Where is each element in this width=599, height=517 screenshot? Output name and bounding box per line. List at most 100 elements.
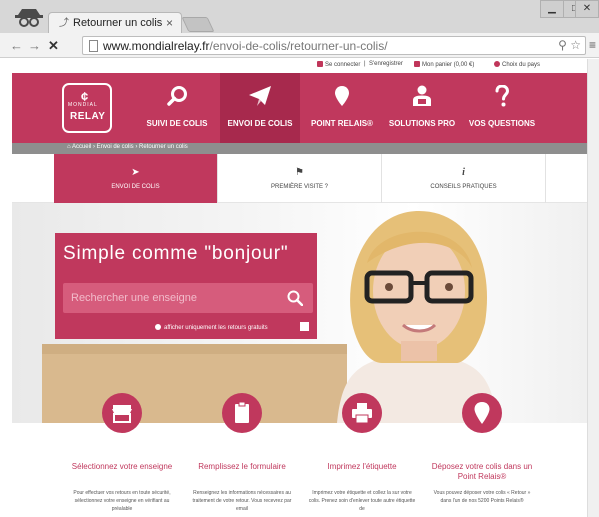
tab-conseils-pratiques[interactable]: i CONSEILS PRATIQUES — [382, 154, 546, 203]
step-icon-circle — [342, 393, 382, 433]
new-tab-button[interactable] — [181, 17, 215, 32]
free-returns-filter: afficher uniquement les retours gratuits — [155, 324, 268, 331]
address-bar[interactable]: www.mondialrelay.fr/envoi-de-colis/retou… — [82, 36, 586, 55]
step-text: Renseignez les informations nécessaires … — [192, 490, 292, 512]
breadcrumb-trail: ⌂ Accueil › Envoi de colis › Retourner u… — [67, 144, 188, 150]
tab-label: PREMIÈRE VISITE ? — [270, 184, 328, 190]
step-icon-circle — [462, 393, 502, 433]
nav-label: SOLUTIONS PRO — [388, 119, 456, 128]
cart-link[interactable]: Mon panier (0,00 €) — [414, 61, 474, 68]
logo-brand-top: MONDIAL — [68, 102, 98, 108]
cart-icon — [414, 61, 420, 67]
breadcrumb-home[interactable]: Accueil — [72, 144, 91, 150]
search-input[interactable] — [63, 283, 313, 313]
hero-banner: Simple comme "bonjour" afficher uniqueme… — [12, 203, 587, 423]
clipboard-icon — [235, 401, 249, 423]
nav-vos-questions[interactable]: VOS QUESTIONS — [462, 73, 542, 143]
step-title: Imprimez l'étiquette — [327, 462, 397, 471]
browser-titlebar: ⤴ Retourner un colis × ▁ □ ✕ — [0, 0, 599, 34]
bookmark-star-icon[interactable]: ☆ — [570, 38, 581, 52]
business-person-icon — [413, 85, 431, 106]
search-icon[interactable] — [287, 290, 303, 306]
tab-label: CONSEILS PRATIQUES — [430, 184, 497, 190]
site-header: ¢ MONDIAL RELAY SUIVI DE COLIS ENVOI DE … — [12, 73, 587, 143]
nav-label: SUIVI DE COLIS — [146, 119, 208, 128]
filter-bullet-icon — [155, 324, 161, 330]
tab-envoi-de-colis[interactable]: ➤ ENVOI DE COLIS — [54, 154, 218, 203]
tab-title: Retourner un colis — [73, 17, 163, 29]
url-path: /envoi-de-colis/retourner-un-colis/ — [209, 39, 388, 53]
sub-tabs: ➤ ENVOI DE COLIS ⚑ PREMIÈRE VISITE ? i C… — [12, 154, 587, 203]
woman-with-glasses-image — [337, 211, 497, 423]
question-mark-icon — [495, 85, 509, 107]
step-title: Remplissez le formulaire — [198, 462, 286, 471]
lock-icon — [317, 61, 323, 67]
globe-icon — [494, 61, 500, 67]
tab-premiere-visite[interactable]: ⚑ PREMIÈRE VISITE ? — [218, 154, 382, 203]
step-icon-circle — [222, 393, 262, 433]
nav-label: POINT RELAIS® — [311, 119, 373, 128]
forward-arrow-icon[interactable]: → — [28, 38, 41, 53]
login-link[interactable]: Se connecter — [317, 61, 360, 68]
utility-bar: Se connecter | S'enregistrer Mon panier … — [12, 59, 587, 73]
page-scrollbar[interactable] — [587, 59, 599, 517]
nav-point-relais[interactable]: POINT RELAIS® — [302, 73, 382, 143]
step-text: Vous pouvez déposer votre colis « Retour… — [433, 490, 531, 504]
browser-menu-icon[interactable]: ≡ — [589, 38, 596, 52]
back-arrow-icon[interactable]: ← — [10, 38, 23, 53]
page-icon — [89, 40, 98, 52]
utility-separator: | — [364, 61, 366, 67]
map-pin-icon — [335, 86, 349, 106]
nav-suivi-de-colis[interactable]: SUIVI DE COLIS — [137, 73, 217, 143]
register-link[interactable]: S'enregistrer — [369, 61, 403, 67]
free-returns-label: afficher uniquement les retours gratuits — [164, 325, 268, 331]
country-label: Choix du pays — [502, 62, 541, 68]
country-select[interactable]: Choix du pays — [494, 61, 540, 68]
nav-solutions-pro[interactable]: SOLUTIONS PRO — [382, 73, 462, 143]
cardboard-box-edge — [42, 344, 347, 354]
nav-envoi-de-colis[interactable]: ENVOI DE COLIS — [220, 73, 300, 143]
search-panel: Simple comme "bonjour" afficher uniqueme… — [55, 233, 317, 339]
page-favicon-icon: ⤴ — [59, 18, 69, 29]
flag-icon: ⚑ — [295, 167, 304, 178]
step-title: Sélectionnez votre enseigne — [71, 462, 173, 471]
step-title: Déposez votre colis dans un Point Relais… — [431, 462, 533, 481]
browser-toolbar: ← → ✕ www.mondialrelay.fr/envoi-de-colis… — [0, 33, 599, 58]
url-domain: www.mondialrelay.fr — [103, 39, 210, 53]
info-icon: i — [462, 167, 465, 178]
breadcrumb-separator: › — [92, 144, 95, 150]
breadcrumb-separator: › — [135, 144, 138, 150]
search-icon — [167, 86, 187, 106]
return-steps: Sélectionnez votre enseigne Pour effectu… — [12, 393, 587, 517]
map-pin-icon — [474, 402, 490, 424]
hero-title: Simple comme "bonjour" — [63, 243, 289, 264]
login-label: Se connecter — [325, 62, 361, 68]
nav-label: ENVOI DE COLIS — [227, 119, 293, 128]
url-text: www.mondialrelay.fr/envoi-de-colis/retou… — [103, 39, 388, 53]
zoom-icon[interactable]: ⚲ — [558, 38, 567, 52]
cart-label: Mon panier (0,00 €) — [422, 62, 475, 68]
tab-close-icon[interactable]: × — [166, 16, 173, 30]
tab-label: ENVOI DE COLIS — [111, 184, 160, 190]
store-icon — [112, 405, 132, 423]
paper-plane-icon: ➤ — [131, 167, 140, 178]
printer-icon — [352, 403, 372, 424]
paper-plane-icon — [249, 86, 271, 106]
breadcrumb-envoi[interactable]: Envoi de colis — [97, 144, 134, 150]
mondial-relay-logo[interactable]: ¢ MONDIAL RELAY — [62, 83, 112, 133]
nav-label: VOS QUESTIONS — [468, 119, 536, 128]
stop-icon[interactable]: ✕ — [48, 38, 59, 54]
omnibox-actions: ⚲ ☆ — [558, 38, 581, 52]
incognito-icon — [15, 9, 43, 27]
minimize-button[interactable]: ▁ — [540, 0, 564, 18]
home-icon: ⌂ — [67, 144, 71, 150]
free-returns-checkbox[interactable] — [300, 322, 309, 331]
step-icon-circle — [102, 393, 142, 433]
close-window-button[interactable]: ✕ — [575, 0, 599, 18]
step-text: Imprimez votre étiquette et collez la su… — [308, 490, 416, 512]
browser-tab[interactable]: ⤴ Retourner un colis × — [48, 12, 182, 34]
breadcrumb: ⌂ Accueil › Envoi de colis › Retourner u… — [12, 143, 587, 154]
logo-brand: RELAY — [70, 111, 106, 122]
step-text: Pour effectuer vos retours en toute sécu… — [73, 490, 171, 512]
breadcrumb-current: Retourner un colis — [139, 144, 188, 150]
